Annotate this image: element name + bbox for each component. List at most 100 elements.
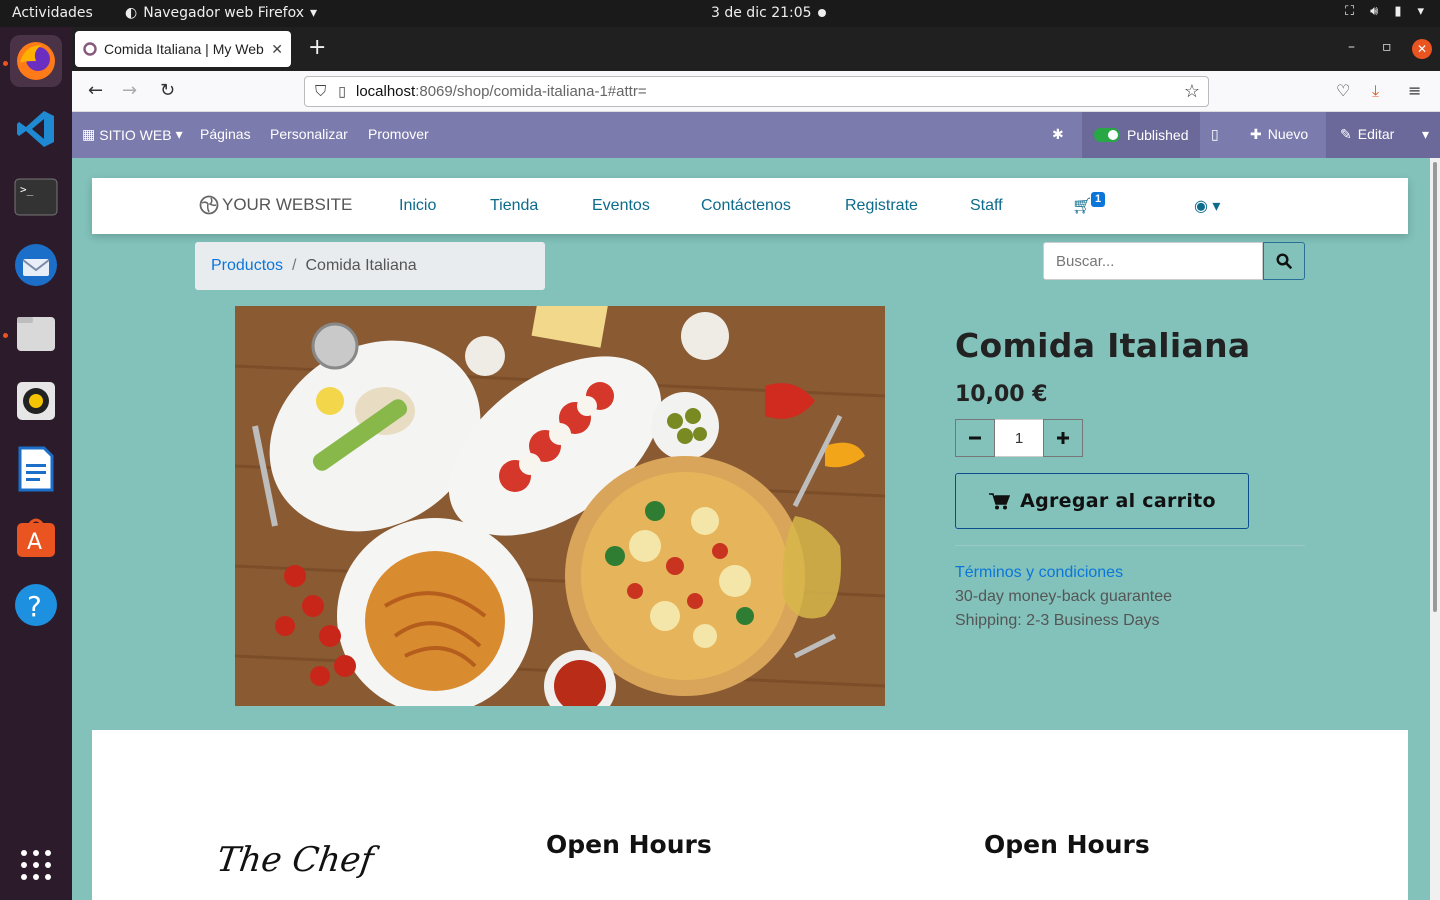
cart-icon bbox=[989, 493, 1011, 510]
close-window-button[interactable]: ✕ bbox=[1412, 39, 1432, 59]
page-scrollbar[interactable] bbox=[1430, 158, 1440, 900]
chevron-down-icon: ▾ bbox=[310, 5, 318, 21]
breadcrumb-separator: / bbox=[292, 257, 297, 274]
app-menu-label: Navegador web Firefox bbox=[143, 5, 305, 21]
dock-rhythmbox[interactable] bbox=[10, 375, 62, 427]
svg-text:?: ? bbox=[27, 590, 42, 623]
publish-toggle[interactable]: Published bbox=[1082, 112, 1200, 158]
product-image[interactable] bbox=[235, 306, 885, 706]
dock-help[interactable]: ? bbox=[10, 579, 62, 631]
pocket-icon[interactable]: ♡ bbox=[1336, 81, 1350, 100]
globe-icon bbox=[199, 195, 219, 215]
cart-count-badge: 1 bbox=[1091, 192, 1106, 207]
quantity-minus-button[interactable] bbox=[955, 419, 995, 457]
breadcrumb-productos[interactable]: Productos bbox=[211, 257, 283, 275]
browser-tab-strip: Comida Italiana | My Web ✕ + – ▫ ✕ bbox=[72, 27, 1440, 71]
edit-button[interactable]: ✎ Editar bbox=[1340, 126, 1394, 143]
search-button[interactable] bbox=[1263, 242, 1305, 280]
nav-tienda[interactable]: Tienda bbox=[490, 197, 538, 215]
nav-eventos[interactable]: Eventos bbox=[592, 197, 650, 215]
pages-menu[interactable]: Páginas bbox=[200, 126, 251, 142]
svg-text:A: A bbox=[27, 530, 42, 555]
vscode-icon bbox=[17, 111, 54, 147]
quantity-stepper: 1 bbox=[955, 419, 1083, 457]
firefox-small-icon: ◐ bbox=[125, 5, 138, 21]
new-button[interactable]: ✚ Nuevo bbox=[1250, 126, 1308, 143]
breadcrumb-current: Comida Italiana bbox=[305, 257, 417, 274]
notification-dot-icon bbox=[818, 9, 826, 17]
download-icon[interactable]: ⤓ bbox=[1372, 81, 1379, 101]
url-bar[interactable]: ⛉ ▯ localhost:8069/shop/comida-italiana-… bbox=[304, 76, 1209, 107]
nav-contactenos[interactable]: Contáctenos bbox=[701, 197, 791, 215]
user-account-icon[interactable]: ◉ ▾ bbox=[1194, 196, 1220, 216]
reload-button[interactable]: ↻ bbox=[160, 80, 175, 101]
footer-hours-heading: Open Hours bbox=[546, 830, 712, 859]
software-store-icon: A bbox=[17, 518, 55, 557]
bookmark-star-icon[interactable]: ☆ bbox=[1184, 81, 1200, 102]
scrollbar-thumb[interactable] bbox=[1433, 162, 1437, 612]
site-menu-label: SITIO WEB bbox=[99, 126, 172, 143]
system-top-bar: Actividades ◐ Navegador web Firefox ▾ 3 … bbox=[0, 0, 1440, 27]
page-info-icon[interactable]: ▯ bbox=[338, 83, 346, 100]
site-logo[interactable]: YOUR WEBSITE bbox=[199, 195, 352, 215]
toggle-switch-icon bbox=[1094, 128, 1120, 142]
dock-vscode[interactable] bbox=[10, 103, 62, 155]
volume-icon: 🔊︎ bbox=[1370, 4, 1379, 19]
quantity-plus-button[interactable] bbox=[1043, 419, 1083, 457]
add-to-cart-button[interactable]: Agregar al carrito bbox=[955, 473, 1249, 529]
chevron-down-icon: ▾ bbox=[175, 126, 183, 142]
footer-hours-heading-2: Open Hours bbox=[984, 830, 1150, 859]
tab-title: Comida Italiana | My Web bbox=[104, 41, 264, 57]
cart-icon[interactable]: 🛒︎ bbox=[1072, 196, 1092, 216]
show-apps-button[interactable] bbox=[10, 839, 62, 891]
shield-icon[interactable]: ⛉ bbox=[315, 83, 326, 100]
site-logo-text: YOUR WEBSITE bbox=[222, 195, 353, 214]
url-path: :8069/shop/comida-italiana-1#attr= bbox=[415, 83, 647, 100]
nav-inicio[interactable]: Inicio bbox=[399, 197, 436, 215]
activities-button[interactable]: Actividades bbox=[12, 5, 93, 21]
system-tray[interactable]: ⛶ 🔊︎ ▮ ▾ bbox=[1345, 4, 1424, 19]
edit-button-group: ✎ Editar ▾ bbox=[1326, 112, 1440, 158]
debug-bug-icon[interactable]: ✱ bbox=[1052, 126, 1064, 143]
site-menu-button[interactable]: ▦ SITIO WEB ▾ bbox=[82, 126, 183, 143]
published-label: Published bbox=[1127, 127, 1189, 143]
footer-section: The Chef Open Hours Open Hours bbox=[92, 730, 1408, 900]
browser-tab[interactable]: Comida Italiana | My Web ✕ bbox=[75, 31, 291, 67]
search-input[interactable] bbox=[1043, 242, 1263, 280]
dock-terminal[interactable]: >_ bbox=[10, 171, 62, 223]
product-price: 10,00 € bbox=[955, 382, 1048, 407]
close-tab-icon[interactable]: ✕ bbox=[271, 41, 283, 58]
terms-link[interactable]: Términos y condiciones bbox=[955, 564, 1123, 582]
mobile-preview-icon[interactable]: ▯ bbox=[1211, 126, 1219, 143]
nav-staff[interactable]: Staff bbox=[970, 197, 1003, 215]
clock[interactable]: 3 de dic 21:05 bbox=[711, 5, 812, 21]
customize-menu[interactable]: Personalizar bbox=[270, 126, 348, 142]
new-tab-button[interactable]: + bbox=[308, 37, 326, 59]
grid-icon: ▦ bbox=[82, 126, 96, 142]
browser-nav-bar: ← → ↻ ⛉ ▯ localhost:8069/shop/comida-ita… bbox=[72, 71, 1440, 112]
edit-dropdown-icon[interactable]: ▾ bbox=[1422, 126, 1429, 143]
forward-button[interactable]: → bbox=[122, 80, 137, 101]
maximize-icon[interactable]: ▫ bbox=[1382, 39, 1392, 55]
chevron-down-icon: ▾ bbox=[1417, 4, 1424, 19]
dock-thunderbird[interactable] bbox=[10, 239, 62, 291]
dock-software[interactable]: A bbox=[10, 511, 62, 563]
dock-writer[interactable] bbox=[10, 443, 62, 495]
promote-menu[interactable]: Promover bbox=[368, 126, 429, 142]
running-indicator bbox=[3, 333, 8, 338]
app-menu[interactable]: ◐ Navegador web Firefox ▾ bbox=[125, 5, 317, 21]
quantity-input[interactable]: 1 bbox=[995, 419, 1043, 457]
footer-chef-heading: The Chef bbox=[214, 840, 376, 880]
hamburger-menu-icon[interactable]: ≡ bbox=[1408, 81, 1421, 100]
nav-registrate[interactable]: Registrate bbox=[845, 197, 918, 215]
minimize-icon[interactable]: – bbox=[1348, 39, 1355, 55]
svg-text:>_: >_ bbox=[20, 183, 34, 196]
add-to-cart-label: Agregar al carrito bbox=[1020, 490, 1216, 512]
dock-firefox[interactable] bbox=[10, 35, 62, 87]
speaker-icon bbox=[17, 382, 55, 420]
dock-files[interactable] bbox=[10, 307, 62, 359]
back-button[interactable]: ← bbox=[88, 80, 103, 101]
firefox-icon bbox=[17, 42, 55, 80]
dock: >_ A ? bbox=[0, 27, 72, 900]
new-label: Nuevo bbox=[1267, 126, 1309, 142]
